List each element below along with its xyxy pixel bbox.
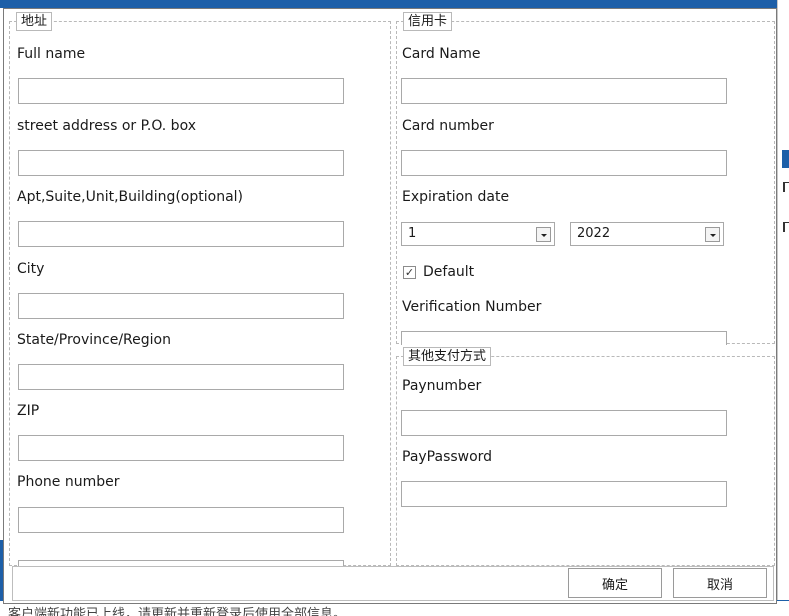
parent-window-accent bbox=[782, 150, 789, 168]
expiration-month-select[interactable]: 1 bbox=[401, 222, 555, 246]
expiration-year-select[interactable]: 2022 bbox=[570, 222, 724, 246]
phone-number-input[interactable] bbox=[18, 507, 344, 533]
address-group-title: 地址 bbox=[16, 12, 53, 31]
verification-number-input[interactable] bbox=[401, 331, 727, 345]
parent-window-titlebar bbox=[0, 0, 789, 8]
state-province-label: State/Province/Region bbox=[17, 332, 171, 348]
full-name-input[interactable] bbox=[18, 78, 344, 104]
cancel-button[interactable]: 取消 bbox=[673, 568, 767, 598]
verification-number-label: Verification Number bbox=[402, 299, 542, 315]
default-checkbox-label: Default bbox=[423, 264, 475, 280]
street-address-input[interactable] bbox=[18, 150, 344, 176]
paynumber-input[interactable] bbox=[401, 410, 727, 436]
full-name-label: Full name bbox=[17, 46, 86, 62]
expiration-year-value: 2022 bbox=[577, 226, 611, 241]
credit-card-group-title: 信用卡 bbox=[403, 12, 453, 31]
other-payment-group-title: 其他支付方式 bbox=[403, 347, 492, 366]
state-province-input[interactable] bbox=[18, 364, 344, 390]
phone-number-label: Phone number bbox=[17, 474, 120, 490]
apt-suite-input[interactable] bbox=[18, 221, 344, 247]
card-name-input[interactable] bbox=[401, 78, 727, 104]
zip-label: ZIP bbox=[17, 403, 40, 419]
city-input[interactable] bbox=[18, 293, 344, 319]
ok-button[interactable]: 确定 bbox=[568, 568, 662, 598]
parent-window-status-text: 客户端新功能已上线，请更新并重新登录后使用全部信息。 bbox=[8, 607, 347, 616]
card-number-input[interactable] bbox=[401, 150, 727, 176]
credit-card-group: 信用卡 bbox=[396, 12, 775, 344]
paypassword-input[interactable] bbox=[401, 481, 727, 507]
payment-info-dialog: 地址 Full name street address or P.O. box … bbox=[3, 8, 777, 604]
paynumber-label: Paynumber bbox=[402, 378, 482, 394]
street-address-label: street address or P.O. box bbox=[17, 118, 196, 134]
default-checkbox[interactable]: ✓ bbox=[403, 266, 416, 279]
expiration-date-label: Expiration date bbox=[402, 189, 510, 205]
parent-window-edge bbox=[777, 0, 789, 616]
expiration-month-value: 1 bbox=[408, 226, 417, 241]
parent-window-glyph bbox=[783, 182, 789, 192]
chevron-down-icon[interactable] bbox=[705, 227, 720, 242]
parent-window-glyph bbox=[783, 222, 789, 232]
city-label: City bbox=[17, 261, 45, 277]
zip-input[interactable] bbox=[18, 435, 344, 461]
apt-suite-label: Apt,Suite,Unit,Building(optional) bbox=[17, 189, 244, 205]
dialog-footer: 确定 取消 bbox=[12, 566, 774, 601]
chevron-down-icon[interactable] bbox=[536, 227, 551, 242]
paypassword-label: PayPassword bbox=[402, 449, 493, 465]
card-name-label: Card Name bbox=[402, 46, 481, 62]
card-number-label: Card number bbox=[402, 118, 494, 134]
